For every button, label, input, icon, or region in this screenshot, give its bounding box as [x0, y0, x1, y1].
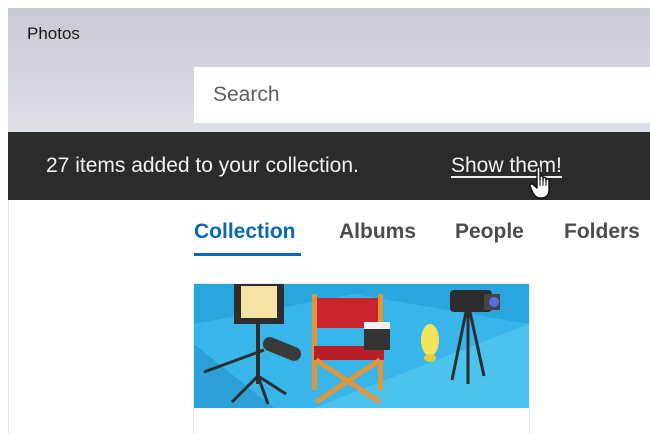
collection-tile[interactable]	[194, 284, 529, 434]
active-tab-indicator	[194, 253, 301, 256]
title-bar: Photos	[8, 8, 650, 132]
film-set-illustration	[194, 284, 529, 408]
tile-caption-area	[194, 408, 529, 434]
tab-people[interactable]: People	[455, 220, 524, 244]
notification-message: 27 items added to your collection.	[46, 154, 359, 177]
window-edge	[8, 200, 9, 434]
tab-collection[interactable]: Collection	[194, 220, 296, 244]
hand-pointer-cursor-icon	[529, 166, 550, 199]
tab-folders[interactable]: Folders	[564, 220, 640, 244]
search-box[interactable]	[194, 67, 650, 123]
photos-window: Photos 27 items added to your collection…	[8, 8, 650, 434]
app-title: Photos	[27, 24, 80, 43]
search-input[interactable]	[194, 67, 650, 123]
tab-albums[interactable]: Albums	[339, 220, 416, 244]
